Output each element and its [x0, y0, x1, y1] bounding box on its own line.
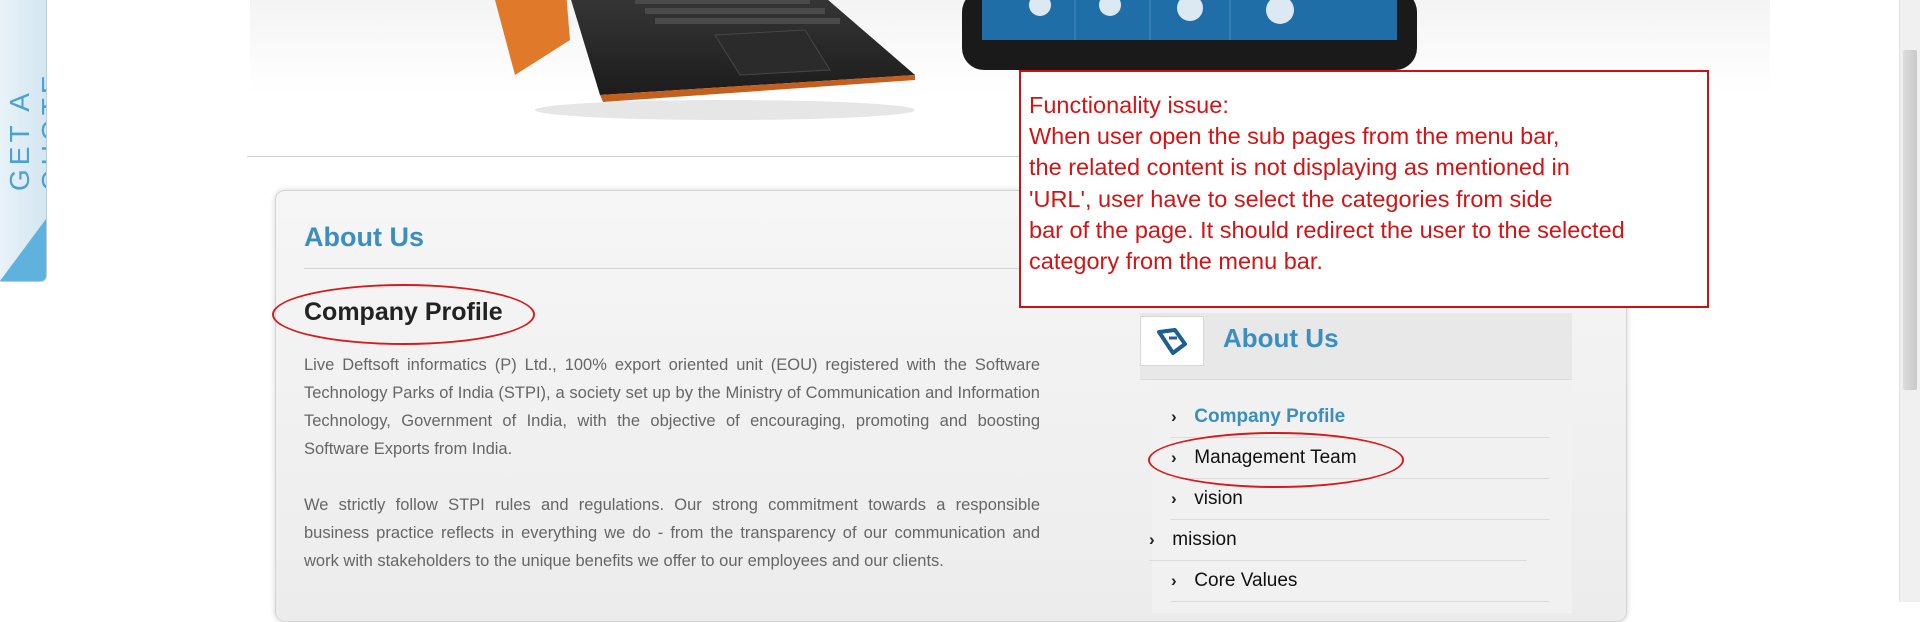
profile-paragraph-1: Live Deftsoft informatics (P) Ltd., 100%… — [304, 356, 1040, 458]
callout-line: 'URL', user have to select the categorie… — [1029, 185, 1553, 212]
laptop-image — [495, 0, 915, 120]
profile-paragraph-2: We strictly follow STPI rules and regula… — [304, 496, 1040, 570]
about-us-icon — [1140, 316, 1204, 366]
get-a-quote-tab[interactable]: GET A QUOTE — [0, 0, 47, 282]
section-heading: Company Profile — [304, 298, 503, 326]
callout-line: Functionality issue: — [1029, 92, 1229, 118]
sidebar-title: About Us — [1223, 323, 1339, 353]
sidebar-item-management-team[interactable]: › Management Team — [1171, 438, 1549, 479]
vertical-scrollbar[interactable] — [1899, 0, 1920, 602]
callout-line: When user open the sub pages from the me… — [1029, 123, 1560, 150]
callout-line: the related content is not displaying as… — [1029, 154, 1570, 181]
callout-line: category from the menu bar. — [1029, 248, 1323, 275]
chevron-right-icon: › — [1171, 489, 1177, 508]
sidebar-item-label: Company Profile — [1194, 406, 1346, 427]
sidebar-item-mission[interactable]: › mission — [1149, 520, 1527, 561]
page-title: About Us — [304, 222, 424, 252]
sidebar-item-vision[interactable]: › vision — [1171, 479, 1549, 520]
get-a-quote-label: GET A QUOTE — [4, 71, 47, 191]
functionality-issue-callout: Functionality issue: When user open the … — [1019, 70, 1709, 308]
quote-tab-corner — [0, 219, 46, 281]
chevron-right-icon: › — [1171, 571, 1177, 590]
chevron-right-icon: › — [1171, 407, 1177, 426]
scrollbar-thumb[interactable] — [1903, 50, 1917, 390]
chevron-right-icon: › — [1149, 530, 1155, 549]
sidebar-item-label: Core Values — [1194, 570, 1298, 591]
chevron-right-icon: › — [1171, 448, 1177, 467]
sidebar-item-label: vision — [1194, 488, 1243, 509]
sidebar-item-label: Management Team — [1194, 447, 1357, 468]
callout-line: bar of the page. It should redirect the … — [1029, 216, 1625, 243]
sidebar-item-label: mission — [1172, 529, 1237, 550]
tablet-image — [962, 0, 1417, 70]
title-divider — [304, 268, 1044, 269]
sidebar-header — [1140, 313, 1572, 380]
sidebar-item-company-profile[interactable]: › Company Profile — [1171, 397, 1549, 438]
sidebar-item-core-values[interactable]: › Core Values — [1171, 561, 1549, 602]
